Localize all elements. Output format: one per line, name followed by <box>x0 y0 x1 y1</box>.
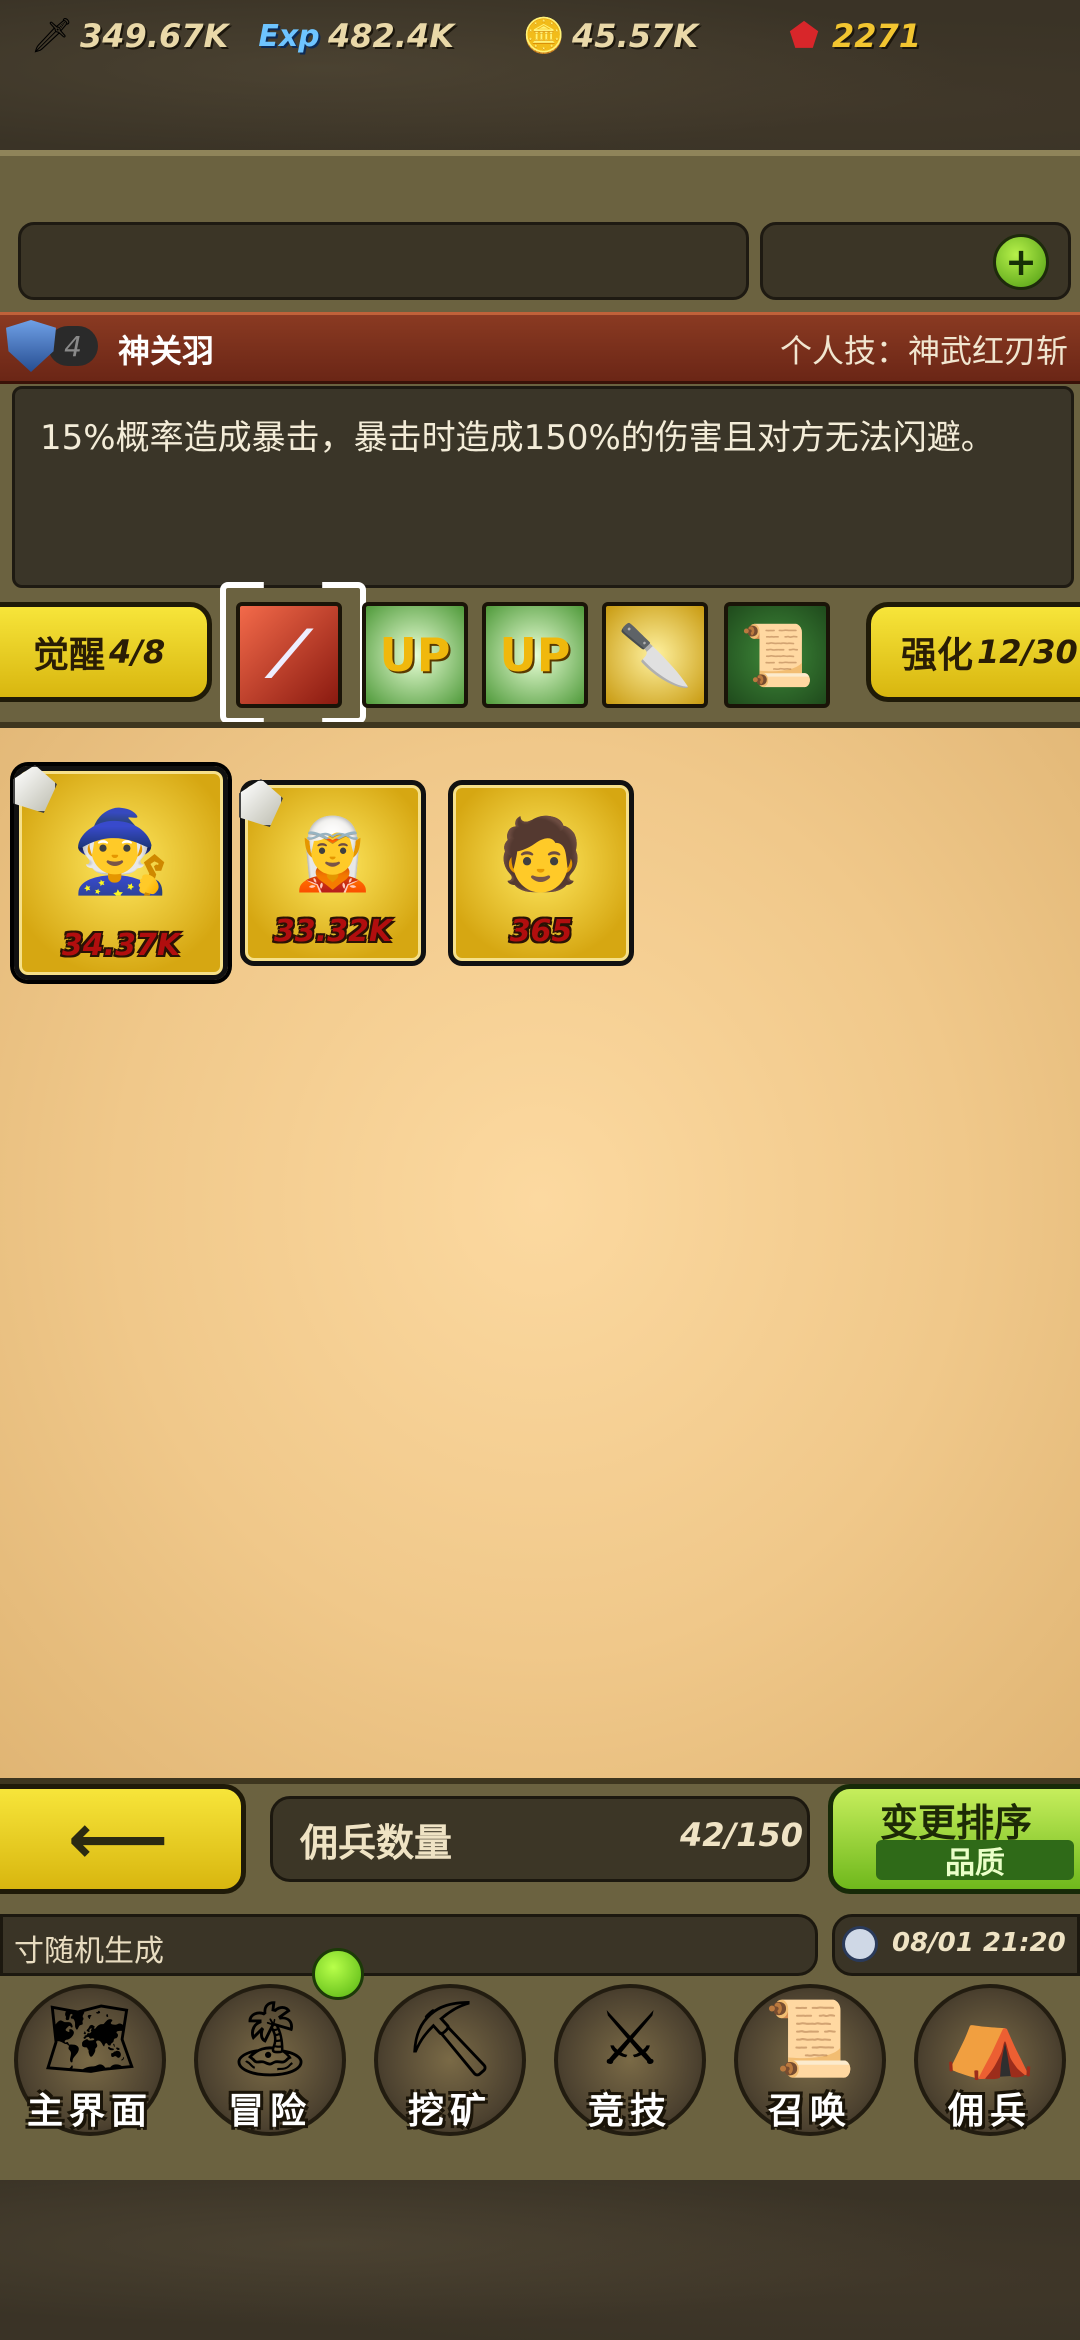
mercenary-card[interactable]: 🧑 365 <box>448 780 634 966</box>
awaken-button[interactable]: 觉醒 4/8 <box>0 602 212 702</box>
mercenary-power: 34.37K <box>61 928 181 963</box>
mercenary-count-label: 佣兵数量 <box>300 1821 453 1865</box>
crown-up-icon: UP <box>379 628 451 682</box>
background-bottom <box>0 2180 1080 2340</box>
skill-slot-4[interactable]: 🔪 <box>602 602 708 708</box>
mercenary-card[interactable]: 🧙 34.37K <box>13 765 228 980</box>
arrow-left-icon: ⟵ <box>67 1798 169 1880</box>
nav-label: 挖矿 <box>407 2091 492 2132</box>
skill-slot-3[interactable]: UP <box>482 602 588 708</box>
scroll-bundle-icon: 📜 <box>739 620 815 691</box>
plus-icon: + <box>1005 240 1037 284</box>
nav-mining[interactable]: ⛏ 挖矿 <box>360 1970 540 2140</box>
current-time: 08/01 21:20 <box>892 1928 1066 1958</box>
gold-value: 45.57K <box>572 17 699 55</box>
mercenary-card[interactable]: 🧝 33.32K <box>239 779 426 966</box>
nav-main[interactable]: 🗺 主界面 <box>0 1970 180 2140</box>
tent-icon: ⛺ <box>943 1996 1037 2082</box>
skill-description: 15%概率造成暴击，暴击时造成150%的伤害且对方无法闪避。 <box>40 418 995 458</box>
awaken-label: 觉醒 <box>33 635 106 676</box>
nav-label: 主界面 <box>26 2091 153 2132</box>
sort-mode: 品质 <box>876 1840 1074 1881</box>
hero-name: 神关羽 <box>118 332 215 370</box>
skill-slot-5[interactable]: 📜 <box>724 602 830 708</box>
attack-value: 349.67K <box>80 17 229 55</box>
mercenary-power: 365 <box>509 914 573 949</box>
nav-label: 冒险 <box>227 2091 312 2132</box>
coin-icon: 🪙 <box>522 16 566 56</box>
exp-icon: Exp <box>258 18 320 54</box>
awaken-value: 4/8 <box>109 633 166 671</box>
nav-label: 召唤 <box>767 2091 852 2132</box>
attack-resource: 🗡 349.67K <box>30 0 228 72</box>
crossed-swords-icon: ⚔ <box>596 1996 664 2082</box>
exp-value: 482.4K <box>328 17 455 55</box>
island-icon: 🏝 <box>223 1996 317 2082</box>
nav-mercenary[interactable]: ⛺ 佣兵 <box>900 1970 1080 2140</box>
green-robed-hero-portrait: 🧑 <box>497 813 585 895</box>
nav-label: 竞技 <box>587 2091 672 2132</box>
enhance-label: 强化 <box>901 635 974 676</box>
white-haired-warrior-portrait: 🧝 <box>289 813 377 895</box>
nav-summon[interactable]: 📜 召唤 <box>720 1970 900 2140</box>
gem-resource: ⬟ 2271 <box>782 0 921 72</box>
exp-resource: Exp 482.4K <box>256 0 454 72</box>
pickaxe-icon: ⛏ <box>403 1996 497 2082</box>
ticker-text: 寸随机生成 <box>14 1934 164 1969</box>
map-scroll-icon: 🗺 <box>43 1996 137 2082</box>
clock-icon <box>842 1926 878 1962</box>
gold-resource: 🪙 45.57K <box>522 0 698 72</box>
ruby-icon: ⬟ <box>789 16 819 56</box>
enhance-button[interactable]: 强化 12/30 <box>866 602 1080 702</box>
white-haired-elder-portrait: 🧙 <box>71 805 171 898</box>
summon-scroll-icon: 📜 <box>763 1996 857 2082</box>
nav-label: 佣兵 <box>947 2091 1032 2132</box>
mercenary-count-value: 42/150 <box>680 1816 804 1854</box>
skill-title: 个人技：神武红刃斩 <box>779 332 1068 370</box>
bottom-nav: 🗺 主界面 🏝 冒险 ⛏ 挖矿 ⚔ 竞技 📜 召唤 ⛺ 佣兵 <box>0 1970 1080 2140</box>
crown-up-icon: UP <box>499 628 571 682</box>
back-button[interactable]: ⟵ <box>0 1784 246 1894</box>
mercenary-power: 33.32K <box>273 914 393 949</box>
resource-bar <box>18 222 749 300</box>
glaive-icon: 🔪 <box>617 620 693 691</box>
selected-skill-frame <box>220 582 366 724</box>
skill-slot-2[interactable]: UP <box>362 602 468 708</box>
enhance-value: 12/30 <box>977 633 1078 671</box>
add-gems-button[interactable]: + <box>993 234 1049 290</box>
notification-dot <box>312 1948 364 2000</box>
gem-value: 2271 <box>832 17 922 55</box>
nav-arena[interactable]: ⚔ 竞技 <box>540 1970 720 2140</box>
sword-icon: 🗡 <box>30 16 74 56</box>
